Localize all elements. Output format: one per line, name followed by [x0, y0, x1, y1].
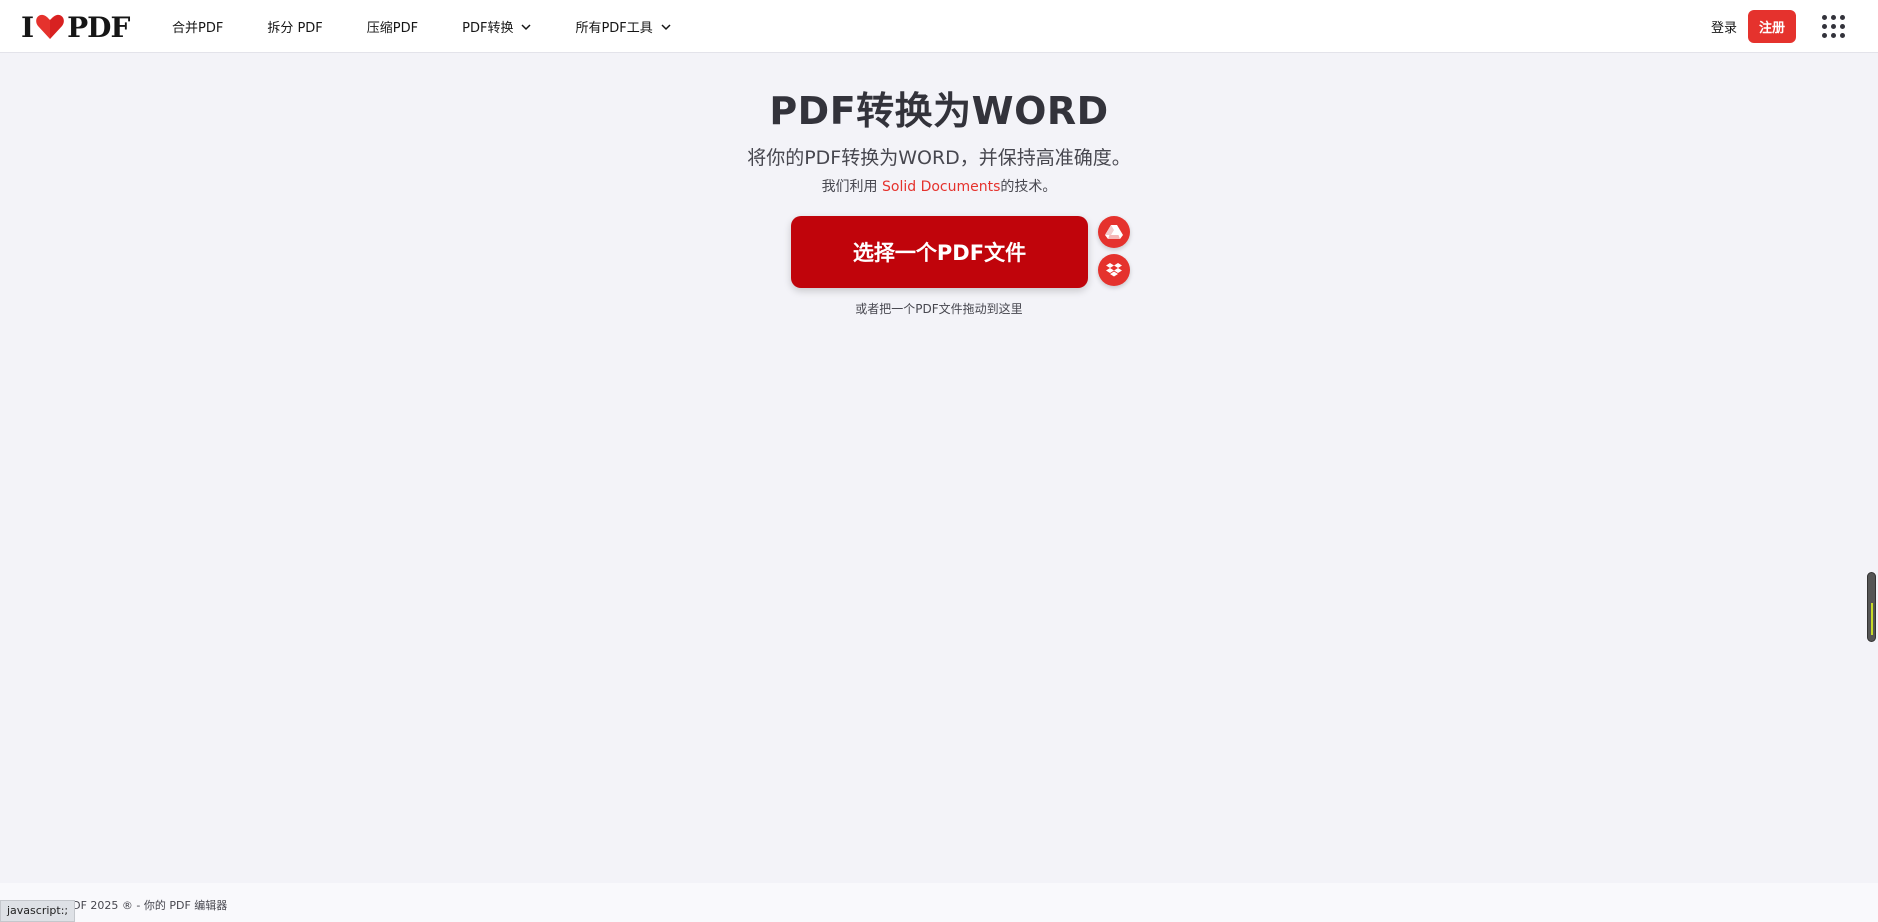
page-subtitle: 将你的PDF转换为WORD，并保持高准确度。	[747, 147, 1131, 169]
browser-status-tooltip: javascript:;	[0, 900, 76, 922]
tool-hero: PDF转换为WORD 将你的PDF转换为WORD，并保持高准确度。 我们利用 S…	[0, 80, 1878, 196]
google-drive-icon	[1105, 225, 1123, 239]
select-pdf-button[interactable]: 选择一个PDF文件	[791, 216, 1088, 288]
tech-suffix: 的技术。	[1000, 179, 1057, 195]
floating-scroll-indicator[interactable]	[1867, 572, 1876, 642]
technology-note: 我们利用 Solid Documents的技术。	[0, 176, 1878, 196]
google-drive-button[interactable]	[1098, 216, 1130, 248]
login-link[interactable]: 登录	[1711, 17, 1737, 36]
nav-merge-pdf[interactable]: 合并PDF	[172, 17, 223, 36]
dropbox-icon	[1106, 263, 1122, 277]
drop-hint-text: 或者把一个PDF文件拖动到这里	[855, 302, 1023, 316]
logo-text-left: I	[21, 10, 34, 44]
ilovepdf-logo[interactable]: I PDF	[21, 10, 130, 44]
solid-documents-link[interactable]: Solid Documents	[882, 179, 1000, 195]
apps-grid-icon[interactable]	[1822, 14, 1846, 39]
nav-label: 合并PDF	[172, 21, 224, 36]
nav-split-pdf[interactable]: 拆分 PDF	[267, 17, 322, 36]
nav-label: 压缩PDF	[366, 21, 419, 36]
footer: © iLovePDF 2025 ® - 你的 PDF 编辑器	[0, 883, 1878, 922]
nav-label: 拆分 PDF	[267, 21, 323, 36]
top-navbar: I PDF 合并PDF 拆分 PDF 压缩PDF PDF转换 所有PDF工具 登…	[0, 0, 1878, 53]
tech-prefix: 我们利用	[821, 179, 883, 195]
logo-text-right: PDF	[67, 10, 130, 44]
scroll-indicator-bar	[1871, 603, 1873, 635]
signup-button[interactable]: 注册	[1747, 10, 1796, 43]
upload-area: 选择一个PDF文件	[791, 216, 1131, 288]
heart-icon	[35, 13, 65, 41]
nav-convert-pdf[interactable]: PDF转换	[462, 17, 531, 36]
nav-all-pdf-tools[interactable]: 所有PDF工具	[575, 17, 671, 36]
nav-label: 所有PDF工具	[575, 21, 653, 36]
chevron-down-icon	[521, 23, 531, 30]
main-nav: 合并PDF 拆分 PDF 压缩PDF PDF转换 所有PDF工具	[172, 0, 715, 53]
dropbox-button[interactable]	[1098, 254, 1130, 286]
chevron-down-icon	[661, 23, 671, 30]
page-title: PDF转换为WORD	[769, 89, 1109, 133]
nav-label: PDF转换	[462, 21, 514, 36]
nav-compress-pdf[interactable]: 压缩PDF	[367, 17, 418, 36]
header-actions: 登录 注册	[1711, 0, 1878, 53]
